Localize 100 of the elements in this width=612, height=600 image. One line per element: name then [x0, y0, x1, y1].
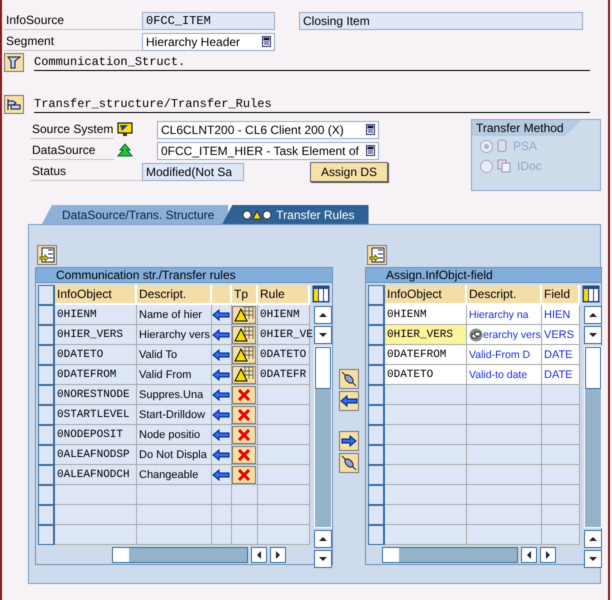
- down-icon: [319, 331, 327, 339]
- transfer-left-button[interactable]: [339, 391, 359, 411]
- section-toggle-button[interactable]: [4, 95, 24, 114]
- select-all-cell[interactable]: [38, 285, 55, 305]
- table-cell: Hierarchy na: [467, 305, 542, 325]
- tab[interactable]: Transfer Rules: [222, 205, 369, 224]
- column-header[interactable]: InfoObject: [385, 285, 467, 305]
- unassign-button[interactable]: [339, 453, 359, 473]
- row-selector[interactable]: [38, 505, 55, 525]
- row-selector[interactable]: [368, 325, 385, 345]
- table-cell: [232, 505, 258, 525]
- column-header[interactable]: Rule: [258, 285, 310, 305]
- table-cell: Hierarchy vers: [137, 325, 212, 345]
- scroll-down-button[interactable]: [314, 550, 332, 568]
- row-selector[interactable]: [368, 365, 385, 385]
- row-selector[interactable]: [38, 465, 55, 485]
- row-selector[interactable]: [368, 345, 385, 365]
- warning-grid-icon: [234, 347, 254, 362]
- row-selector[interactable]: [368, 505, 385, 525]
- scrollbar-track[interactable]: [314, 346, 332, 528]
- row-selector[interactable]: [38, 385, 55, 405]
- table-cell[interactable]: 0DATEFROM: [385, 345, 467, 365]
- scroll-down-button[interactable]: [584, 326, 602, 344]
- row-selector[interactable]: [38, 445, 55, 465]
- datasource-dropdown[interactable]: 0FCC_ITEM_HIER - Task Element of: [157, 142, 379, 160]
- transfer-right-button[interactable]: [339, 431, 359, 451]
- row-selector[interactable]: [38, 485, 55, 505]
- toolbar-button[interactable]: [367, 245, 387, 265]
- up-icon: [589, 311, 597, 319]
- row-selector[interactable]: [368, 305, 385, 325]
- row-selector[interactable]: [368, 525, 385, 545]
- table-cell: [258, 505, 310, 525]
- cursor-icon: [469, 328, 483, 342]
- assign-ds-button[interactable]: Assign DS: [310, 162, 388, 182]
- tab[interactable]: DataSource/Trans. Structure: [42, 205, 228, 224]
- scroll-right-button[interactable]: [540, 547, 556, 563]
- scrollbar-thumb[interactable]: [315, 347, 331, 389]
- scroll-up-button[interactable]: [314, 530, 332, 548]
- option-label: IDoc: [517, 159, 542, 173]
- list-icon[interactable]: [366, 124, 375, 135]
- column-header[interactable]: InfoObject: [55, 285, 137, 305]
- scroll-down-button[interactable]: [314, 326, 332, 344]
- table-cell: DATE: [542, 365, 580, 385]
- column-settings-icon[interactable]: [312, 285, 330, 303]
- scroll-up-button[interactable]: [584, 306, 602, 324]
- row-selector[interactable]: [38, 525, 55, 545]
- table-cell: [542, 505, 580, 525]
- row-selector[interactable]: [368, 445, 385, 465]
- row-selector[interactable]: [38, 425, 55, 445]
- scroll-up-button[interactable]: [314, 306, 332, 324]
- table-cell: [542, 385, 580, 405]
- left-arrow-icon: [212, 388, 230, 400]
- scroll-left-button[interactable]: [251, 547, 267, 563]
- list-icon[interactable]: [262, 36, 271, 47]
- scroll-down-button[interactable]: [584, 550, 602, 568]
- table-cell: [232, 525, 258, 545]
- row-selector[interactable]: [38, 405, 55, 425]
- column-settings-icon[interactable]: [582, 285, 600, 303]
- left-arrow-icon: [212, 408, 230, 420]
- scrollbar-thumb[interactable]: [585, 347, 601, 389]
- down-icon: [319, 555, 327, 563]
- section-toggle-button[interactable]: [4, 53, 24, 72]
- left-arrow-icon: [212, 448, 230, 460]
- table-cell: 0DATEFR: [258, 365, 310, 385]
- documents-icon: [497, 159, 511, 173]
- scroll-left-button[interactable]: [521, 547, 537, 563]
- infosource-field[interactable]: 0FCC_ITEM: [142, 12, 275, 30]
- table-cell: Node positio: [137, 425, 212, 445]
- table-cell[interactable]: 0DATETO: [385, 365, 467, 385]
- scroll-right-button[interactable]: [270, 547, 286, 563]
- row-selector[interactable]: [38, 345, 55, 365]
- assign-button[interactable]: [339, 369, 359, 389]
- column-header[interactable]: Field: [542, 285, 580, 305]
- table-cell[interactable]: 0HIENM: [385, 305, 467, 325]
- table-cell: [258, 525, 310, 545]
- row-selector[interactable]: [368, 485, 385, 505]
- list-icon[interactable]: [366, 145, 375, 156]
- column-header[interactable]: Descript.: [467, 285, 542, 305]
- row-selector[interactable]: [38, 305, 55, 325]
- infosource-text-field[interactable]: Closing Item: [299, 12, 583, 30]
- down-icon: [589, 555, 597, 563]
- row-selector[interactable]: [368, 465, 385, 485]
- column-header[interactable]: Tp: [232, 285, 258, 305]
- row-selector[interactable]: [368, 405, 385, 425]
- horizontal-scrollbar[interactable]: [112, 547, 248, 563]
- horizontal-scrollbar[interactable]: [382, 547, 518, 563]
- select-all-cell[interactable]: [368, 285, 385, 305]
- right-icon: [274, 551, 282, 559]
- toolbar-button[interactable]: [37, 245, 57, 265]
- table-cell[interactable]: 0HIER_VERS: [385, 325, 467, 345]
- row-selector[interactable]: [368, 385, 385, 405]
- row-selector[interactable]: [368, 425, 385, 445]
- row-selector[interactable]: [38, 365, 55, 385]
- row-selector[interactable]: [38, 325, 55, 345]
- table-cell: Valid-From D: [467, 345, 542, 365]
- source-system-dropdown[interactable]: CL6CLNT200 - CL6 Client 200 (X): [157, 120, 379, 138]
- scroll-up-button[interactable]: [584, 530, 602, 548]
- scrollbar-track[interactable]: [584, 346, 602, 528]
- segment-dropdown[interactable]: Hierarchy Header: [142, 32, 275, 50]
- column-header[interactable]: Descript.: [137, 285, 212, 305]
